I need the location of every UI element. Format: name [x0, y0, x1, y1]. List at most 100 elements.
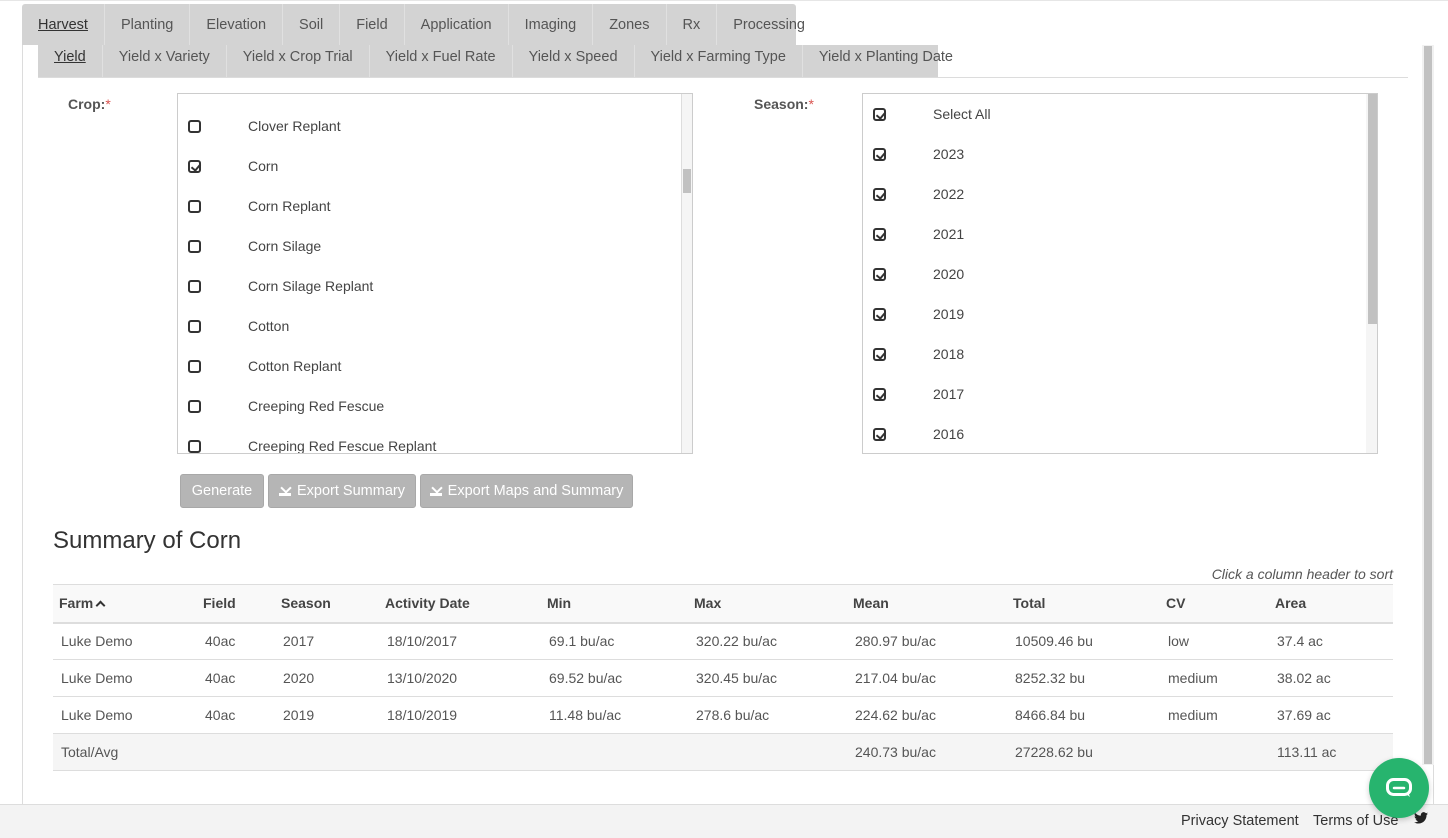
column-header-max[interactable]: Max — [688, 584, 847, 624]
checkbox-icon[interactable] — [188, 239, 201, 253]
tab-rx[interactable]: Rx — [667, 4, 718, 45]
checkbox-icon[interactable] — [188, 279, 201, 293]
table-row: Luke Demo 40ac 2019 18/10/2019 11.48 bu/ac 27… — [53, 696, 1393, 734]
season-option-select-all[interactable]: Select All — [863, 94, 1377, 134]
column-header-field[interactable]: Field — [197, 584, 275, 624]
tab-zones[interactable]: Zones — [593, 4, 667, 45]
cell-field: 40ac — [197, 696, 275, 734]
crop-option-corn-silage[interactable]: Corn Silage — [178, 226, 692, 266]
subtab-yield-x-farming-type[interactable]: Yield x Farming Type — [635, 45, 803, 77]
checkbox-icon[interactable] — [188, 359, 201, 373]
subtab-yield[interactable]: Yield — [38, 45, 103, 77]
checkbox-checked-icon[interactable] — [873, 307, 886, 321]
checkbox-checked-icon[interactable] — [873, 347, 886, 361]
total-cell-mean: 240.73 bu/ac — [847, 733, 1007, 771]
checkbox-checked-icon[interactable] — [873, 387, 886, 401]
terms-of-use-link[interactable]: Terms of Use — [1313, 813, 1398, 829]
crop-label: Crop:* — [68, 96, 111, 112]
season-option-2016[interactable]: 2016 — [863, 414, 1377, 453]
checkbox-checked-icon[interactable] — [873, 147, 886, 161]
chat-button[interactable] — [1369, 758, 1429, 818]
crop-option-label: Cotton Replant — [248, 358, 342, 374]
crop-option-corn-silage-replant[interactable]: Corn Silage Replant — [178, 266, 692, 306]
checkbox-checked-icon[interactable] — [188, 159, 201, 173]
subtab-yield-x-variety[interactable]: Yield x Variety — [103, 45, 227, 77]
season-option-label: 2018 — [933, 346, 965, 362]
total-cell-season — [275, 733, 379, 771]
cell-cv: low — [1160, 622, 1269, 660]
crop-scrollbar-thumb[interactable] — [683, 169, 691, 193]
column-header-min[interactable]: Min — [541, 584, 688, 624]
season-option-2017[interactable]: 2017 — [863, 374, 1377, 414]
subtab-yield-x-planting-date[interactable]: Yield x Planting Date — [803, 45, 969, 77]
tab-imaging[interactable]: Imaging — [509, 4, 594, 45]
cell-min: 11.48 bu/ac — [541, 696, 688, 734]
tab-application[interactable]: Application — [405, 4, 509, 45]
twitter-icon[interactable] — [1414, 812, 1428, 824]
subtab-yield-x-crop-trial[interactable]: Yield x Crop Trial — [227, 45, 370, 77]
crop-option-label: Creeping Red Fescue Replant — [248, 438, 437, 454]
total-cell-total: 27228.62 bu — [1007, 733, 1160, 771]
checkbox-icon[interactable] — [188, 199, 201, 213]
season-option-2021[interactable]: 2021 — [863, 214, 1377, 254]
cell-cv: medium — [1160, 659, 1269, 697]
column-header-cv[interactable]: CV — [1160, 584, 1269, 624]
checkbox-checked-icon[interactable] — [873, 107, 886, 121]
checkbox-checked-icon[interactable] — [873, 227, 886, 241]
export-maps-summary-button[interactable]: Export Maps and Summary — [420, 474, 633, 508]
checkbox-icon[interactable] — [188, 119, 201, 133]
crop-option-cotton-replant[interactable]: Cotton Replant — [178, 346, 692, 386]
crop-option-creeping-red-fescue[interactable]: Creeping Red Fescue — [178, 386, 692, 426]
column-header-area[interactable]: Area — [1269, 584, 1393, 624]
cell-activity-date: 18/10/2019 — [379, 696, 541, 734]
tab-elevation[interactable]: Elevation — [190, 4, 284, 45]
tab-planting[interactable]: Planting — [105, 4, 191, 45]
cell-max: 278.6 bu/ac — [688, 696, 847, 734]
cell-max: 320.45 bu/ac — [688, 659, 847, 697]
column-header-season[interactable]: Season — [275, 584, 379, 624]
season-list[interactable]: Select All 2023 2022 2021 2020 2019 2018 2017 20… — [862, 93, 1378, 454]
crop-option-corn-replant[interactable]: Corn Replant — [178, 186, 692, 226]
generate-button[interactable]: Generate — [180, 474, 264, 508]
crop-option-label: Cotton — [248, 318, 290, 334]
column-header-total[interactable]: Total — [1007, 584, 1160, 624]
tab-harvest[interactable]: Harvest — [22, 4, 105, 45]
summary-title: Summary of Corn — [53, 527, 242, 554]
crop-option-clover-replant[interactable]: Clover Replant — [178, 106, 692, 146]
cell-mean: 217.04 bu/ac — [847, 659, 1007, 697]
season-option-2019[interactable]: 2019 — [863, 294, 1377, 334]
season-scrollbar-thumb[interactable] — [1368, 94, 1377, 324]
tab-field[interactable]: Field — [340, 4, 405, 45]
season-option-2023[interactable]: 2023 — [863, 134, 1377, 174]
crop-option-corn[interactable]: Corn — [178, 146, 692, 186]
subtab-yield-x-speed[interactable]: Yield x Speed — [513, 45, 635, 77]
subtab-yield-x-fuel-rate[interactable]: Yield x Fuel Rate — [370, 45, 513, 77]
export-summary-button[interactable]: Export Summary — [268, 474, 416, 508]
checkbox-checked-icon[interactable] — [873, 427, 886, 441]
checkbox-icon[interactable] — [188, 399, 201, 413]
page-scrollbar-thumb[interactable] — [1424, 46, 1432, 764]
privacy-statement-link[interactable]: Privacy Statement — [1181, 813, 1299, 829]
season-option-label: 2022 — [933, 186, 965, 202]
cell-cv: medium — [1160, 696, 1269, 734]
crop-option-creeping-red-fescue-replant[interactable]: Creeping Red Fescue Replant — [178, 426, 692, 454]
cell-area: 37.4 ac — [1269, 622, 1393, 660]
column-header-farm[interactable]: Farm — [53, 584, 197, 624]
sort-hint: Click a column header to sort — [1211, 566, 1393, 582]
season-option-2020[interactable]: 2020 — [863, 254, 1377, 294]
checkbox-checked-icon[interactable] — [873, 187, 886, 201]
crop-scrollbar-track[interactable] — [681, 94, 692, 453]
season-option-2022[interactable]: 2022 — [863, 174, 1377, 214]
column-header-activity-date[interactable]: Activity Date — [379, 584, 541, 624]
checkbox-icon[interactable] — [188, 439, 201, 453]
tab-soil[interactable]: Soil — [283, 4, 341, 45]
season-option-2018[interactable]: 2018 — [863, 334, 1377, 374]
crop-list[interactable]: Clover Replant Corn Corn Replant Corn Silag… — [177, 93, 693, 454]
column-header-mean[interactable]: Mean — [847, 584, 1007, 624]
main-tab-bar: Harvest Planting Elevation Soil Field Ap… — [22, 4, 805, 45]
checkbox-icon[interactable] — [188, 319, 201, 333]
cell-season: 2020 — [275, 659, 379, 697]
tab-processing[interactable]: Processing — [717, 4, 821, 45]
checkbox-checked-icon[interactable] — [873, 267, 886, 281]
crop-option-cotton[interactable]: Cotton — [178, 306, 692, 346]
